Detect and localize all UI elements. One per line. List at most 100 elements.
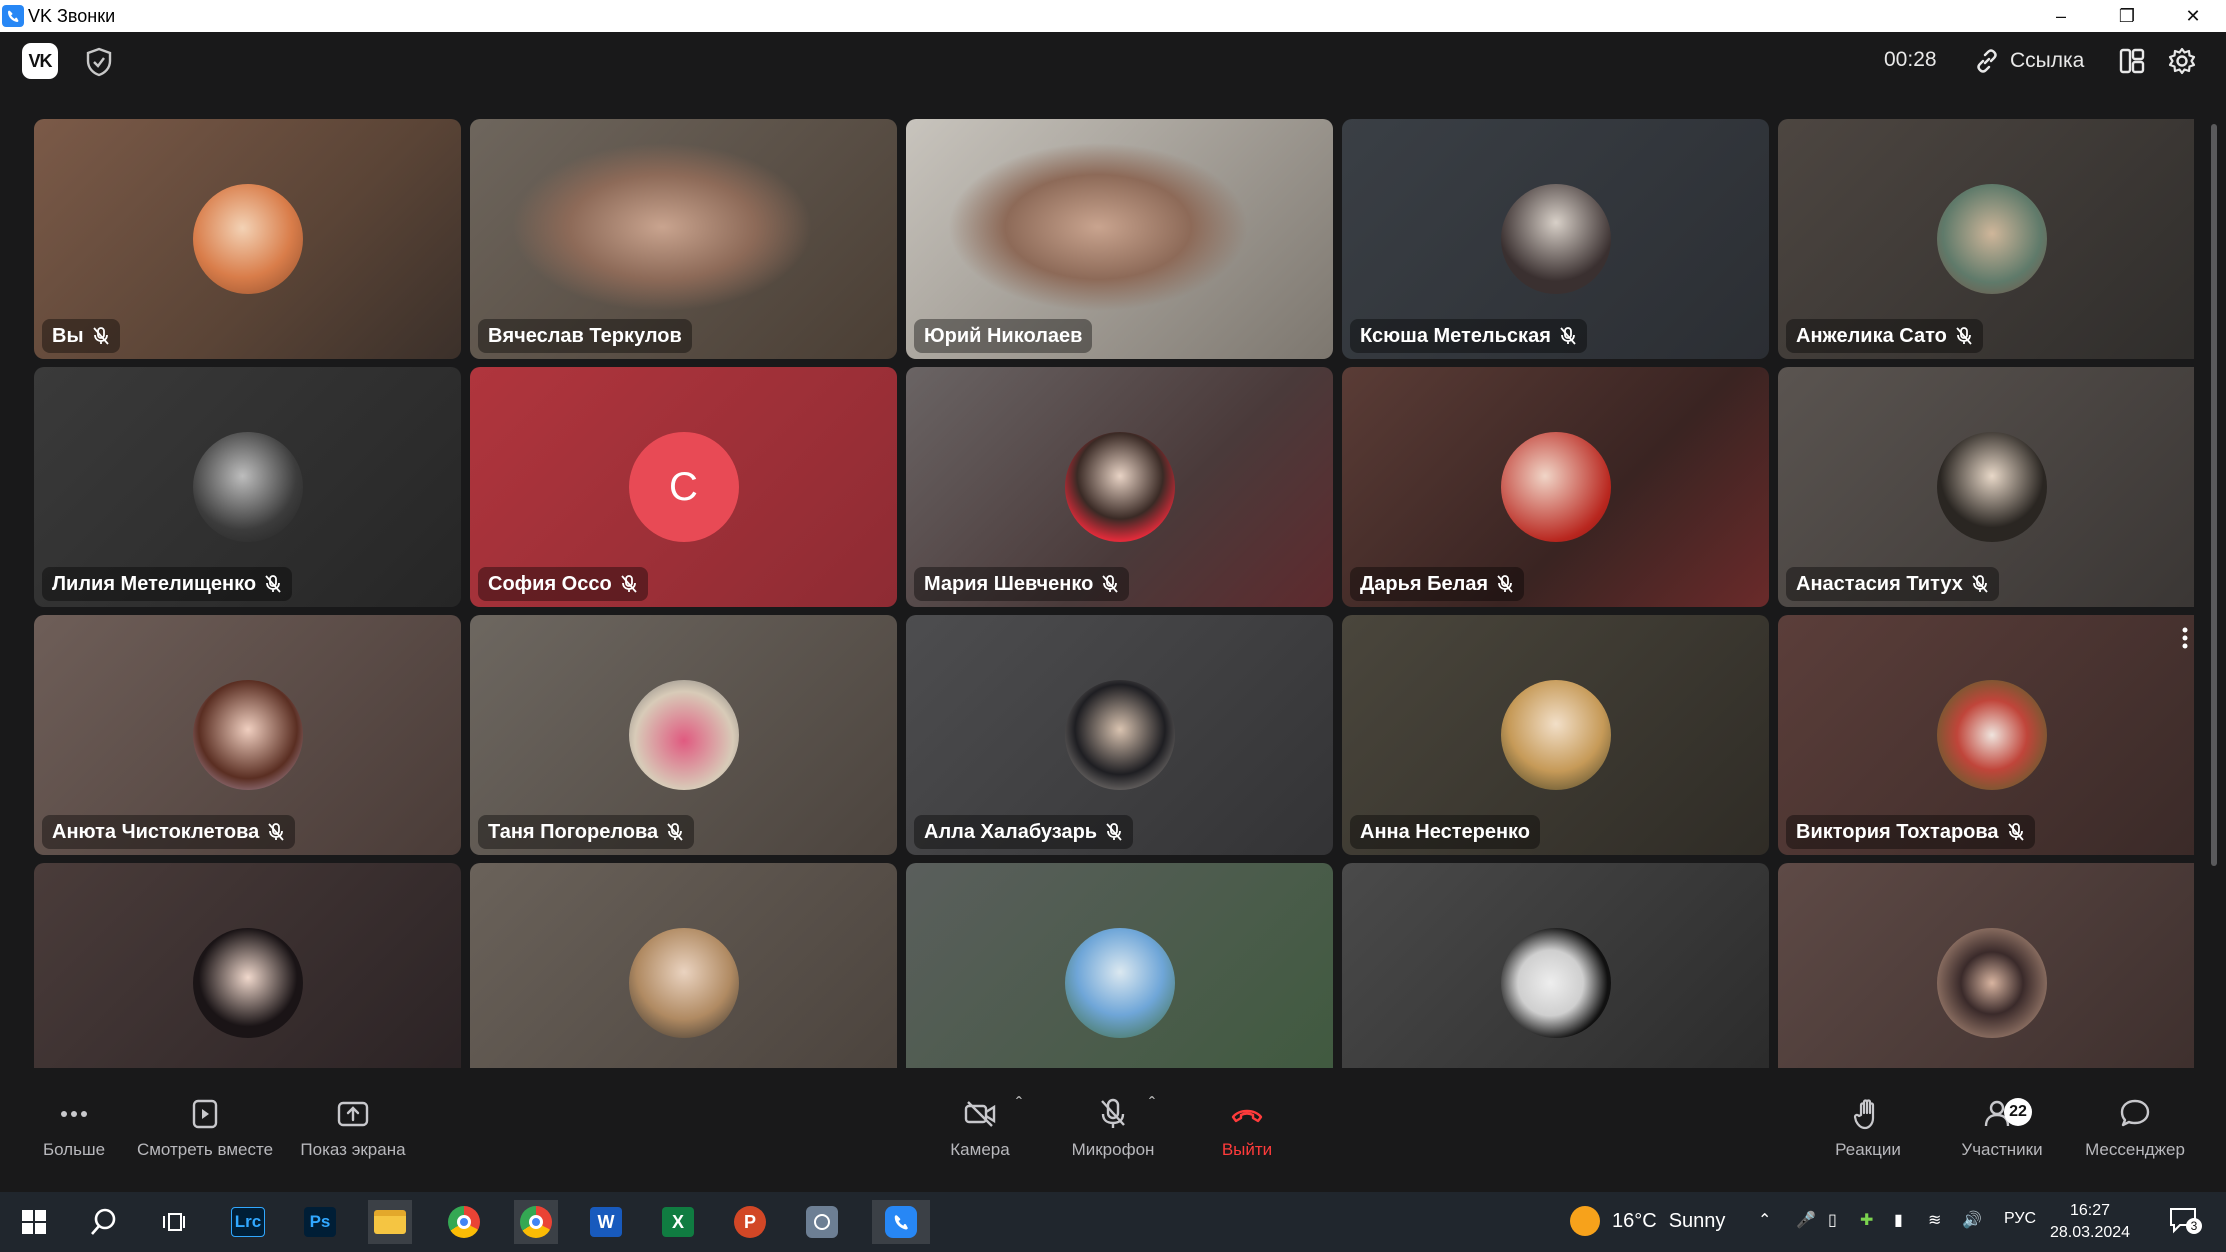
participant-name-tag: Алла Халабузарь: [914, 815, 1134, 849]
participant-name-tag: Виктория Тохтарова: [1786, 815, 2035, 849]
participant-tile[interactable]: Вячеслав Теркулов: [470, 119, 897, 359]
input-language[interactable]: РУС: [2004, 1210, 2036, 1228]
participant-tile[interactable]: Вы: [34, 119, 461, 359]
phone-tray-icon[interactable]: ▯: [1828, 1210, 1837, 1230]
settings-gear-icon[interactable]: [2167, 46, 2197, 76]
participant-tile[interactable]: Анжелика Сато: [1778, 119, 2194, 359]
participant-tile[interactable]: [1342, 863, 1769, 1068]
watch-together-button[interactable]: Смотреть вместе: [130, 1094, 280, 1160]
participant-tile[interactable]: Таня Погорелова: [470, 615, 897, 855]
participant-tile[interactable]: Алла Халабузарь: [906, 615, 1333, 855]
participant-tile[interactable]: [470, 863, 897, 1068]
photoshop-icon[interactable]: Ps: [298, 1200, 342, 1244]
participant-name: Анжелика Сато: [1796, 324, 1947, 347]
participant-tile[interactable]: [1778, 863, 2194, 1068]
window-title: VK Звонки: [28, 5, 116, 26]
minimize-button[interactable]: –: [2028, 0, 2094, 32]
start-icon[interactable]: [12, 1200, 56, 1244]
volume-icon[interactable]: 🔊: [1962, 1210, 1982, 1230]
participant-tile[interactable]: Лилия Метелищенко: [34, 367, 461, 607]
more-button[interactable]: Больше: [32, 1094, 116, 1160]
more-dots-icon: [61, 1111, 87, 1117]
messenger-button[interactable]: Мессенджер: [2080, 1094, 2190, 1160]
copy-link-button[interactable]: Ссылка: [1962, 40, 2094, 82]
app-icon[interactable]: [800, 1200, 844, 1244]
microphone-tray-icon[interactable]: 🎤: [1796, 1210, 1816, 1230]
layout-icon[interactable]: [2117, 46, 2147, 76]
participant-name-tag: Юрий Николаев: [914, 319, 1093, 353]
participant-name: Дарья Белая: [1360, 572, 1489, 595]
participant-name: София Оссо: [488, 572, 612, 595]
microphone-off-icon: [2007, 823, 2024, 841]
vk-logo-icon[interactable]: VK: [22, 43, 58, 79]
file-explorer-icon[interactable]: [368, 1200, 412, 1244]
avatar: [192, 184, 303, 294]
participant-tile[interactable]: [34, 863, 461, 1068]
participant-tile[interactable]: Виктория Тохтарова: [1778, 615, 2194, 855]
avatar: [192, 928, 303, 1038]
restore-button[interactable]: ❐: [2094, 0, 2160, 32]
taskbar-clock[interactable]: 16:27 28.03.2024: [2040, 1200, 2140, 1244]
participant-name: Вы: [52, 324, 84, 347]
wifi-icon[interactable]: ≋: [1928, 1210, 1941, 1230]
powerpoint-icon[interactable]: P: [728, 1200, 772, 1244]
tile-menu-icon[interactable]: [2175, 623, 2194, 653]
microphone-off-icon: [92, 327, 109, 345]
microphone-off-icon: [1102, 575, 1118, 593]
avatar: [192, 432, 303, 542]
participant-tile[interactable]: Анна Нестеренко: [1342, 615, 1769, 855]
reactions-label: Реакции: [1835, 1140, 1901, 1159]
tray-chevron-icon[interactable]: ⌃: [1758, 1210, 1771, 1230]
vk-calls-icon[interactable]: [872, 1200, 930, 1244]
grid-scrollbar[interactable]: [2211, 124, 2217, 866]
participant-tile[interactable]: Анюта Чистоклетова: [34, 615, 461, 855]
microphone-off-icon: [621, 575, 637, 593]
participant-tile[interactable]: Юрий Николаев: [906, 119, 1333, 359]
avatar: [628, 680, 739, 790]
microphone-off-icon: [1560, 327, 1576, 345]
participant-name-tag: Анна Нестеренко: [1350, 815, 1541, 849]
chrome-icon[interactable]: [442, 1200, 486, 1244]
camera-button[interactable]: Камера: [946, 1094, 1014, 1160]
participants-button[interactable]: Участники: [1956, 1094, 2048, 1160]
shield-check-icon[interactable]: [84, 46, 114, 78]
microphone-button[interactable]: Микрофон: [1068, 1094, 1158, 1160]
avatar: [1936, 680, 2047, 790]
leave-call-button[interactable]: Выйти: [1212, 1094, 1282, 1160]
chrome-profile-icon[interactable]: [514, 1200, 558, 1244]
participant-name: Лилия Метелищенко: [52, 572, 257, 595]
microphone-off-icon: [1497, 575, 1513, 593]
lightroom-icon[interactable]: Lrc: [226, 1200, 270, 1244]
chat-bubbles-icon: [2120, 1099, 2150, 1127]
weather-condition: Sunny: [1668, 1209, 1726, 1232]
search-icon[interactable]: [82, 1200, 126, 1244]
microphone-options-chevron-icon[interactable]: ˆ: [1149, 1094, 1155, 1115]
participants-count-badge: 22: [2004, 1098, 2032, 1126]
reactions-button[interactable]: Реакции: [1826, 1094, 1910, 1160]
screen-share-button[interactable]: Показ экрана: [292, 1094, 414, 1160]
participant-name: Анюта Чистоклетова: [52, 820, 260, 843]
participant-tile[interactable]: [906, 863, 1333, 1068]
participant-tile[interactable]: Дарья Белая: [1342, 367, 1769, 607]
avatar: [628, 928, 739, 1038]
participant-tile[interactable]: Мария Шевченко: [906, 367, 1333, 607]
call-header: VK 00:28 Ссылка: [0, 32, 2226, 90]
participant-name: Алла Халабузарь: [924, 820, 1098, 843]
notifications-icon[interactable]: 3: [2168, 1206, 2202, 1236]
plus-tray-icon[interactable]: ✚: [1860, 1210, 1873, 1230]
camera-label: Камера: [950, 1140, 1010, 1159]
participant-tile[interactable]: Ксюша Метельская: [1342, 119, 1769, 359]
camera-options-chevron-icon[interactable]: ˆ: [1016, 1094, 1022, 1115]
window-titlebar: VK Звонки – ❐ ✕: [0, 0, 2226, 32]
task-view-icon[interactable]: [152, 1200, 196, 1244]
vk-calls-app-icon: [2, 5, 24, 27]
participant-name: Виктория Тохтарова: [1796, 820, 1999, 843]
word-icon[interactable]: W: [584, 1200, 628, 1244]
participant-tile[interactable]: Анастасия Титух: [1778, 367, 2194, 607]
close-button[interactable]: ✕: [2160, 0, 2226, 32]
participant-tile[interactable]: С София Оссо: [470, 367, 897, 607]
excel-icon[interactable]: X: [656, 1200, 700, 1244]
avatar: [1936, 432, 2047, 542]
weather-widget[interactable]: 16°C Sunny: [1570, 1206, 1725, 1236]
battery-icon[interactable]: ▮: [1894, 1210, 1903, 1230]
